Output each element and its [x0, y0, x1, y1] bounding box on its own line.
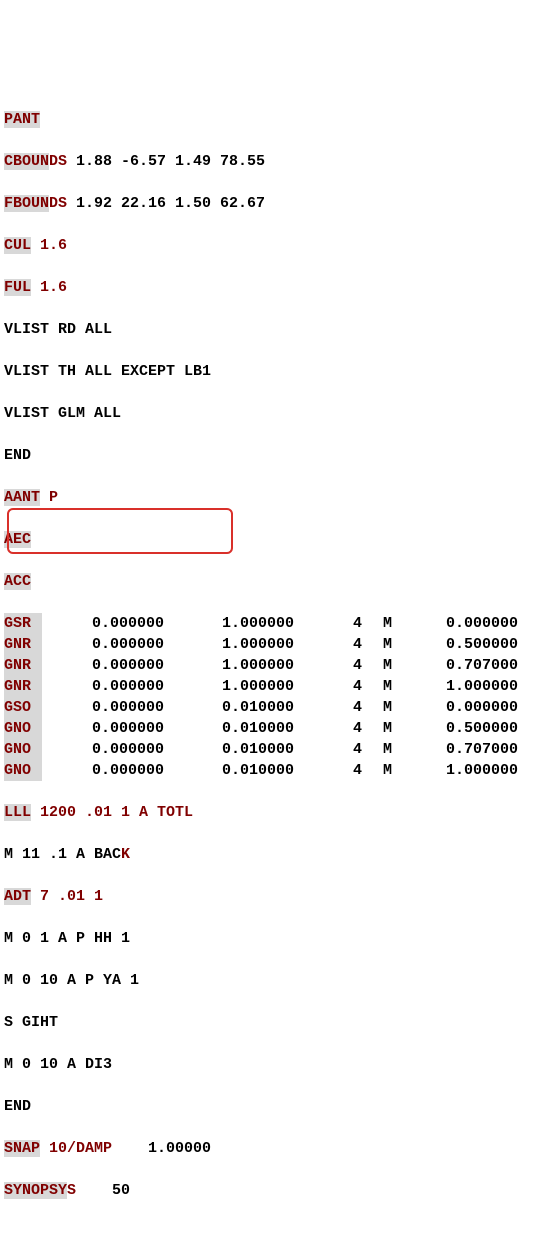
g-col-4: M	[362, 760, 392, 781]
line-lll: LLL 1200 .01 1 A TOTL	[4, 802, 552, 823]
g-row: GNO0.0000000.0100004M0.500000	[4, 718, 552, 739]
line-pant: PANT	[4, 109, 552, 130]
g-col-3: 4	[294, 739, 362, 760]
g-kw: GNO	[4, 718, 42, 739]
g-col-1: 0.000000	[42, 655, 164, 676]
g-col-1: 0.000000	[42, 697, 164, 718]
code-listing: PANT CBOUNDS 1.88 -6.57 1.49 78.55 FBOUN…	[4, 88, 552, 1260]
kw-ful: FUL	[4, 279, 31, 296]
g-row: GSO0.0000000.0100004M0.000000	[4, 697, 552, 718]
g-col-5: 1.000000	[392, 676, 518, 697]
g-col-3: 4	[294, 613, 362, 634]
g-col-1: 0.000000	[42, 718, 164, 739]
g-row: GNR0.0000001.0000004M0.500000	[4, 634, 552, 655]
kw-fbounds: FBOUN	[4, 195, 49, 212]
g-col-2: 1.000000	[164, 613, 294, 634]
line-synopsis: SYNOPSYS 50	[4, 1180, 552, 1201]
g-kw: GNO	[4, 739, 42, 760]
line-fbounds: FBOUNDS 1.92 22.16 1.50 62.67	[4, 193, 552, 214]
kw-cul: CUL	[4, 237, 31, 254]
line-m01b: M 0 10 A P YA 1	[4, 970, 552, 991]
g-col-4: M	[362, 655, 392, 676]
g-col-5: 0.000000	[392, 613, 518, 634]
kw-aec: AEC	[4, 531, 31, 548]
g-col-4: M	[362, 676, 392, 697]
g-col-3: 4	[294, 634, 362, 655]
g-kw: GSR	[4, 613, 42, 634]
g-row: GNR0.0000001.0000004M0.707000	[4, 655, 552, 676]
line-acc: ACC	[4, 571, 552, 592]
g-col-4: M	[362, 697, 392, 718]
kw-snap: SNAP	[4, 1140, 40, 1157]
line-m11: M 11 .1 A BACK	[4, 844, 552, 865]
line-aec: AEC	[4, 529, 552, 550]
g-col-4: M	[362, 739, 392, 760]
g-col-4: M	[362, 613, 392, 634]
g-table: GSR0.0000001.0000004M0.000000GNR0.000000…	[4, 613, 552, 781]
line-end-2: END	[4, 1096, 552, 1117]
line-m01c: M 0 10 A DI3	[4, 1054, 552, 1075]
line-ful: FUL 1.6	[4, 277, 552, 298]
kw-cbounds: CBOUN	[4, 153, 49, 170]
line-snap: SNAP 10/DAMP 1.00000	[4, 1138, 552, 1159]
g-row: GNO0.0000000.0100004M0.707000	[4, 739, 552, 760]
g-col-2: 0.010000	[164, 760, 294, 781]
g-col-1: 0.000000	[42, 760, 164, 781]
g-row: GNR0.0000001.0000004M1.000000	[4, 676, 552, 697]
g-col-5: 0.707000	[392, 739, 518, 760]
g-col-3: 4	[294, 718, 362, 739]
line-sgiht: S GIHT	[4, 1012, 552, 1033]
g-kw: GSO	[4, 697, 42, 718]
line-cul: CUL 1.6	[4, 235, 552, 256]
g-col-5: 0.500000	[392, 718, 518, 739]
g-kw: GNR	[4, 634, 42, 655]
g-col-5: 0.000000	[392, 697, 518, 718]
g-col-4: M	[362, 634, 392, 655]
g-col-2: 1.000000	[164, 634, 294, 655]
kw-adt: ADT	[4, 888, 31, 905]
line-end-1: END	[4, 445, 552, 466]
kw-synopsys: SYNOPSY	[4, 1182, 67, 1199]
g-col-3: 4	[294, 697, 362, 718]
g-kw: GNR	[4, 676, 42, 697]
g-col-2: 0.010000	[164, 697, 294, 718]
g-col-5: 0.707000	[392, 655, 518, 676]
line-cbounds: CBOUNDS 1.88 -6.57 1.49 78.55	[4, 151, 552, 172]
kw-lll: LLL	[4, 804, 31, 821]
g-col-2: 1.000000	[164, 655, 294, 676]
g-col-4: M	[362, 718, 392, 739]
g-col-2: 0.010000	[164, 739, 294, 760]
kw-acc: ACC	[4, 573, 31, 590]
kw-aant: AANT	[4, 489, 40, 506]
g-kw: GNO	[4, 760, 42, 781]
line-vlist-1: VLIST RD ALL	[4, 319, 552, 340]
g-col-1: 0.000000	[42, 613, 164, 634]
line-vlist-3: VLIST GLM ALL	[4, 403, 552, 424]
g-col-5: 1.000000	[392, 760, 518, 781]
kw-pant: PANT	[4, 111, 40, 128]
line-adt: ADT 7 .01 1	[4, 886, 552, 907]
g-row: GNO0.0000000.0100004M1.000000	[4, 760, 552, 781]
g-col-1: 0.000000	[42, 739, 164, 760]
g-col-3: 4	[294, 655, 362, 676]
g-col-3: 4	[294, 760, 362, 781]
g-col-1: 0.000000	[42, 676, 164, 697]
line-m01a: M 0 1 A P HH 1	[4, 928, 552, 949]
g-col-1: 0.000000	[42, 634, 164, 655]
g-col-2: 1.000000	[164, 676, 294, 697]
g-col-2: 0.010000	[164, 718, 294, 739]
line-aant: AANT P	[4, 487, 552, 508]
g-row: GSR0.0000001.0000004M0.000000	[4, 613, 552, 634]
g-col-3: 4	[294, 676, 362, 697]
g-col-5: 0.500000	[392, 634, 518, 655]
line-vlist-2: VLIST TH ALL EXCEPT LB1	[4, 361, 552, 382]
g-kw: GNR	[4, 655, 42, 676]
